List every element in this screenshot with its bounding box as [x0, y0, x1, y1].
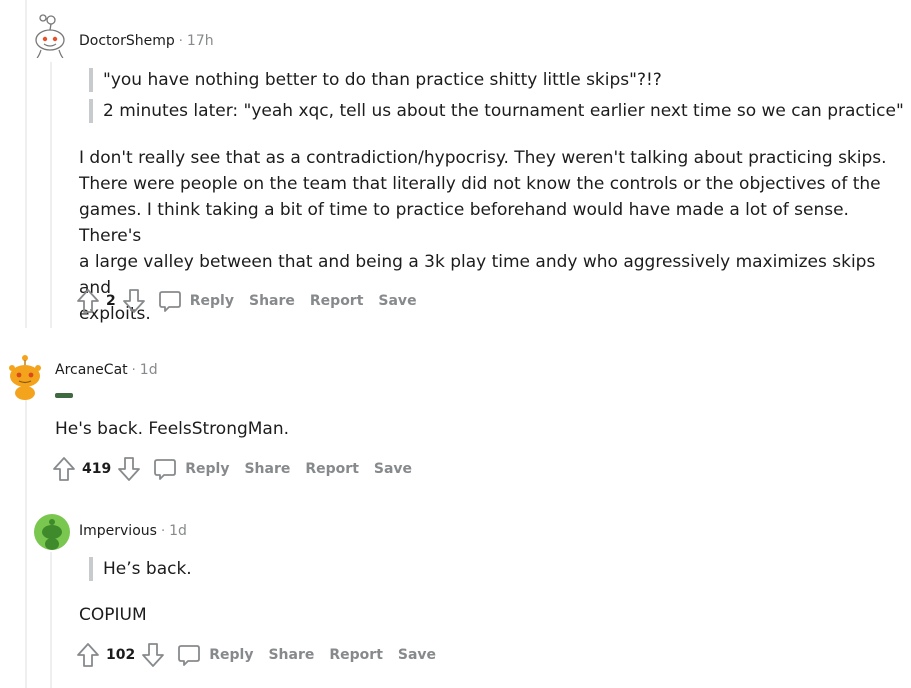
thread-line-impervious[interactable]: [50, 552, 52, 688]
separator: ·: [178, 33, 183, 49]
snoo-icon: [9, 355, 41, 400]
thread-line-arcanecat[interactable]: [25, 400, 27, 688]
reply-button[interactable]: Reply: [177, 643, 253, 667]
user-flair-icon: [55, 393, 73, 398]
timestamp[interactable]: 17h: [187, 33, 214, 49]
quote-text: "you have nothing better to do than prac…: [103, 70, 662, 90]
timestamp[interactable]: 1d: [169, 523, 187, 539]
avatar[interactable]: [6, 354, 44, 400]
thread-line-outer[interactable]: [25, 0, 27, 328]
body-line: games. I think taking a bit of time to p…: [79, 200, 849, 246]
blockquote: 2 minutes later: "yeah xqc, tell us abou…: [89, 99, 904, 123]
body-line: He's back. FeelsStrongMan.: [55, 419, 290, 439]
body-line: There were people on the team that liter…: [79, 174, 881, 194]
reply-button[interactable]: Reply: [158, 289, 234, 313]
share-button[interactable]: Share: [268, 647, 314, 663]
separator: ·: [160, 523, 166, 539]
report-button[interactable]: Report: [329, 647, 383, 663]
share-button[interactable]: Share: [249, 293, 295, 309]
comment-thread: DoctorShemp · 17h "you have nothing bett…: [0, 0, 911, 688]
body-line: I don't really see that as a contradicti…: [79, 148, 887, 168]
vote-count: 2: [106, 293, 116, 309]
quote-text: He’s back.: [103, 559, 192, 579]
comment-header: ArcaneCat · 1d: [55, 362, 158, 378]
comment-bubble-icon: [158, 291, 181, 312]
avatar[interactable]: [34, 514, 70, 550]
comment-actions: 102 Reply Share Report Save: [76, 642, 436, 668]
blockquote: He’s back.: [89, 557, 192, 581]
comment-actions: 419 Reply Share Report Save: [52, 456, 412, 482]
downvote-arrow-icon[interactable]: [117, 456, 141, 482]
avatar[interactable]: [33, 12, 69, 58]
downvote-arrow-icon[interactable]: [141, 642, 165, 668]
downvote-arrow-icon[interactable]: [122, 288, 146, 314]
timestamp[interactable]: 1d: [140, 362, 158, 378]
reply-label: Reply: [189, 293, 234, 309]
save-button[interactable]: Save: [378, 293, 416, 309]
upvote-arrow-icon[interactable]: [76, 642, 100, 668]
comment-body: He's back. FeelsStrongMan.: [55, 416, 875, 442]
reply-label: Reply: [209, 647, 254, 663]
share-button[interactable]: Share: [244, 461, 290, 477]
comment-header: Impervious · 1d: [79, 523, 187, 539]
body-line: COPIUM: [79, 605, 147, 625]
comment-body: COPIUM: [79, 602, 879, 628]
comment-actions: 2 Reply Share Report Save: [76, 288, 417, 314]
comment-bubble-icon: [178, 645, 201, 666]
save-button[interactable]: Save: [398, 647, 436, 663]
vote-count: 102: [106, 647, 136, 663]
snoo-icon: [42, 519, 62, 550]
reply-label: Reply: [185, 461, 230, 477]
separator: ·: [131, 362, 136, 378]
username-link[interactable]: DoctorShemp: [79, 33, 175, 49]
username-link[interactable]: ArcaneCat: [55, 362, 128, 378]
save-button[interactable]: Save: [374, 461, 412, 477]
upvote-arrow-icon[interactable]: [76, 288, 100, 314]
snoo-icon: [35, 14, 65, 58]
quote-text: 2 minutes later: "yeah xqc, tell us abou…: [103, 101, 904, 121]
upvote-arrow-icon[interactable]: [52, 456, 76, 482]
comment-header: DoctorShemp · 17h: [79, 33, 214, 49]
report-button[interactable]: Report: [305, 461, 359, 477]
reply-button[interactable]: Reply: [153, 457, 229, 481]
username-link[interactable]: Impervious: [79, 523, 157, 539]
vote-count: 419: [82, 461, 112, 477]
thread-line-doctorshemp[interactable]: [50, 62, 52, 328]
comment-bubble-icon: [154, 459, 177, 480]
report-button[interactable]: Report: [310, 293, 364, 309]
blockquote: "you have nothing better to do than prac…: [89, 68, 662, 92]
